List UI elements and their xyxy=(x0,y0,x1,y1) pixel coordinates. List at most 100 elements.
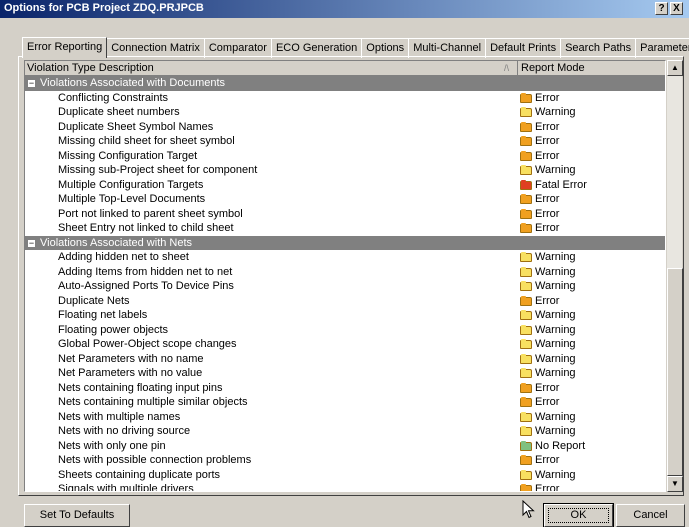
group-row[interactable]: − Violations Associated with Nets xyxy=(25,235,665,250)
scroll-down-icon[interactable]: ▼ xyxy=(667,476,683,492)
tab-error-reporting[interactable]: Error Reporting xyxy=(22,37,108,58)
report-mode-cell[interactable]: Error xyxy=(520,149,559,163)
report-mode-cell[interactable]: Fatal Error xyxy=(520,178,587,192)
violation-row[interactable]: Sheet Entry not linked to child sheet Err… xyxy=(25,221,665,236)
violation-label: Multiple Configuration Targets xyxy=(58,178,204,191)
violation-row[interactable]: Duplicate sheet numbers Warning xyxy=(25,105,665,120)
report-mode-cell[interactable]: Warning xyxy=(520,366,576,380)
tab-options[interactable]: Options xyxy=(361,38,410,58)
tab-default-prints[interactable]: Default Prints xyxy=(485,38,562,58)
scroll-up-icon[interactable]: ▲ xyxy=(667,60,683,76)
column-header-description[interactable]: Violation Type Description /\ xyxy=(25,61,518,76)
report-mode-cell[interactable]: Error xyxy=(520,207,559,221)
violation-row[interactable]: Nets containing multiple similar objects… xyxy=(25,395,665,410)
tab-strip: Error Reporting Connection Matrix Comparat… xyxy=(22,37,689,58)
scroll-thumb[interactable] xyxy=(667,268,683,476)
report-mode-cell[interactable]: Warning xyxy=(520,352,576,366)
report-mode-cell[interactable]: Warning xyxy=(520,105,576,119)
folder-icon xyxy=(520,150,532,161)
violation-row[interactable]: Missing sub-Project sheet for component W… xyxy=(25,163,665,178)
set-to-defaults-button[interactable]: Set To Defaults xyxy=(24,504,130,527)
folder-icon xyxy=(520,324,532,335)
report-mode-cell[interactable]: Warning xyxy=(520,308,576,322)
violation-row[interactable]: Missing child sheet for sheet symbol Erro… xyxy=(25,134,665,149)
violation-label: Net Parameters with no value xyxy=(58,367,203,379)
report-mode-cell[interactable]: Warning xyxy=(520,424,576,438)
violation-row[interactable]: Multiple Configuration Targets Fatal Erro… xyxy=(25,178,665,193)
report-mode-cell[interactable]: Warning xyxy=(520,279,576,293)
violation-row[interactable]: Nets with only one pin No Report xyxy=(25,439,665,454)
violation-label: Signals with multiple drivers xyxy=(58,483,194,492)
violation-row[interactable]: Auto-Assigned Ports To Device Pins Warnin… xyxy=(25,279,665,294)
report-mode-cell[interactable]: Error xyxy=(520,453,559,467)
report-mode-cell[interactable]: Warning xyxy=(520,265,576,279)
violation-row[interactable]: Nets with no driving source Warning xyxy=(25,424,665,439)
violation-row[interactable]: Nets containing floating input pins Error xyxy=(25,381,665,396)
focus-rect xyxy=(548,508,609,523)
violation-row[interactable]: Duplicate Nets Error xyxy=(25,294,665,309)
tab-multi-channel[interactable]: Multi-Channel xyxy=(408,38,487,58)
violation-row[interactable]: Net Parameters with no name Warning xyxy=(25,352,665,367)
collapse-icon[interactable]: − xyxy=(27,238,36,248)
violation-row[interactable]: Duplicate Sheet Symbol Names Error xyxy=(25,120,665,135)
violation-row[interactable]: Floating power objects Warning xyxy=(25,323,665,338)
report-mode-cell[interactable]: Error xyxy=(520,91,559,105)
tab-connection-matrix[interactable]: Connection Matrix xyxy=(106,38,205,58)
violation-row[interactable]: Sheets containing duplicate ports Warning xyxy=(25,468,665,483)
report-mode-label: Error xyxy=(535,91,560,104)
report-mode-cell[interactable]: Error xyxy=(520,134,559,148)
violation-grid[interactable]: Violation Type Description /\ Report Mod… xyxy=(24,60,666,492)
report-mode-label: Error xyxy=(535,207,560,220)
violation-row[interactable]: Global Power-Object scope changes Warning xyxy=(25,337,665,352)
cancel-button[interactable]: Cancel xyxy=(616,504,685,527)
report-mode-cell[interactable]: Warning xyxy=(520,323,576,337)
report-mode-cell[interactable]: Warning xyxy=(520,410,576,424)
report-mode-cell[interactable]: Error xyxy=(520,221,559,235)
violation-row[interactable]: Nets with possible connection problems Er… xyxy=(25,453,665,468)
folder-icon xyxy=(520,136,532,146)
report-mode-cell[interactable]: Error xyxy=(520,482,559,491)
violation-row[interactable]: Conflicting Constraints Error xyxy=(25,91,665,106)
report-mode-cell[interactable]: Error xyxy=(520,294,559,308)
violation-row[interactable]: Missing Configuration Target Error xyxy=(25,149,665,164)
violation-row[interactable]: Adding hidden net to sheet Warning xyxy=(25,250,665,265)
ok-button[interactable]: OK xyxy=(543,503,614,527)
tab-parameters[interactable]: Parameters xyxy=(635,38,689,58)
folder-icon xyxy=(520,165,532,175)
violation-label: Adding hidden net to sheet xyxy=(58,251,189,263)
report-mode-cell[interactable]: Error xyxy=(520,381,559,395)
violation-label: Floating net labels xyxy=(58,309,148,321)
tab-search-paths[interactable]: Search Paths xyxy=(560,38,637,58)
violation-row[interactable]: Signals with multiple drivers Error xyxy=(25,482,665,492)
folder-icon xyxy=(520,92,532,103)
report-mode-cell[interactable]: Error xyxy=(520,192,559,206)
window-title: Options for PCB Project ZDQ.PRJPCB xyxy=(4,2,204,14)
violation-row[interactable]: Port not linked to parent sheet symbol Er… xyxy=(25,207,665,222)
violation-row[interactable]: Net Parameters with no value Warning xyxy=(25,366,665,381)
report-mode-cell[interactable]: Warning xyxy=(520,337,576,351)
vertical-scrollbar[interactable]: ▲ ▼ xyxy=(666,60,683,492)
folder-icon xyxy=(520,107,532,117)
violation-row[interactable]: Multiple Top-Level Documents Error xyxy=(25,192,665,207)
violation-row[interactable]: Adding Items from hidden net to net Warni… xyxy=(25,265,665,280)
violation-label: Duplicate sheet numbers xyxy=(58,106,180,118)
report-mode-cell[interactable]: Error xyxy=(520,120,559,134)
report-mode-cell[interactable]: No Report xyxy=(520,439,585,453)
close-button[interactable]: X xyxy=(670,2,683,15)
collapse-icon[interactable]: − xyxy=(27,79,36,88)
report-mode-cell[interactable]: Warning xyxy=(520,250,576,264)
column-header-report-mode[interactable]: Report Mode xyxy=(518,61,665,76)
report-mode-cell[interactable]: Warning xyxy=(520,163,576,177)
report-mode-cell[interactable]: Error xyxy=(520,395,559,409)
report-mode-label: Error xyxy=(535,120,560,133)
report-mode-cell[interactable]: Warning xyxy=(520,468,576,482)
help-button[interactable]: ? xyxy=(655,2,668,15)
violation-row[interactable]: Floating net labels Warning xyxy=(25,308,665,323)
tab-comparator[interactable]: Comparator xyxy=(203,38,272,58)
folder-icon xyxy=(520,310,532,320)
tab-eco-generation[interactable]: ECO Generation xyxy=(270,38,363,58)
group-row[interactable]: − Violations Associated with Documents xyxy=(25,76,665,91)
violation-row[interactable]: Nets with multiple names Warning xyxy=(25,410,665,425)
report-mode-label: Fatal Error xyxy=(535,178,587,191)
violation-label: Conflicting Constraints xyxy=(58,91,169,104)
